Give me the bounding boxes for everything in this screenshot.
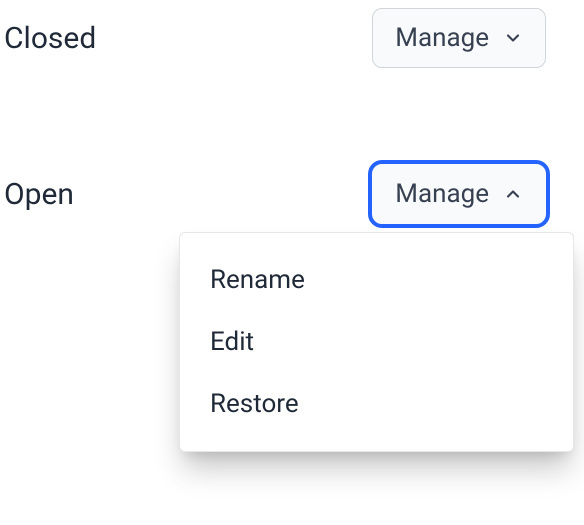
open-label: Open <box>4 177 74 212</box>
closed-label: Closed <box>4 21 96 56</box>
closed-row: Closed Manage <box>0 8 584 68</box>
manage-button-open[interactable]: Manage <box>372 164 546 224</box>
chevron-down-icon <box>503 28 523 48</box>
manage-dropdown: Rename Edit Restore <box>179 232 574 452</box>
menu-item-rename[interactable]: Rename <box>180 249 573 311</box>
manage-button-closed[interactable]: Manage <box>372 8 546 68</box>
chevron-up-icon <box>503 184 523 204</box>
manage-button-closed-label: Manage <box>395 23 489 53</box>
menu-item-restore[interactable]: Restore <box>180 373 573 435</box>
open-row: Open Manage <box>0 164 584 224</box>
manage-button-open-label: Manage <box>395 179 489 209</box>
menu-item-edit[interactable]: Edit <box>180 311 573 373</box>
